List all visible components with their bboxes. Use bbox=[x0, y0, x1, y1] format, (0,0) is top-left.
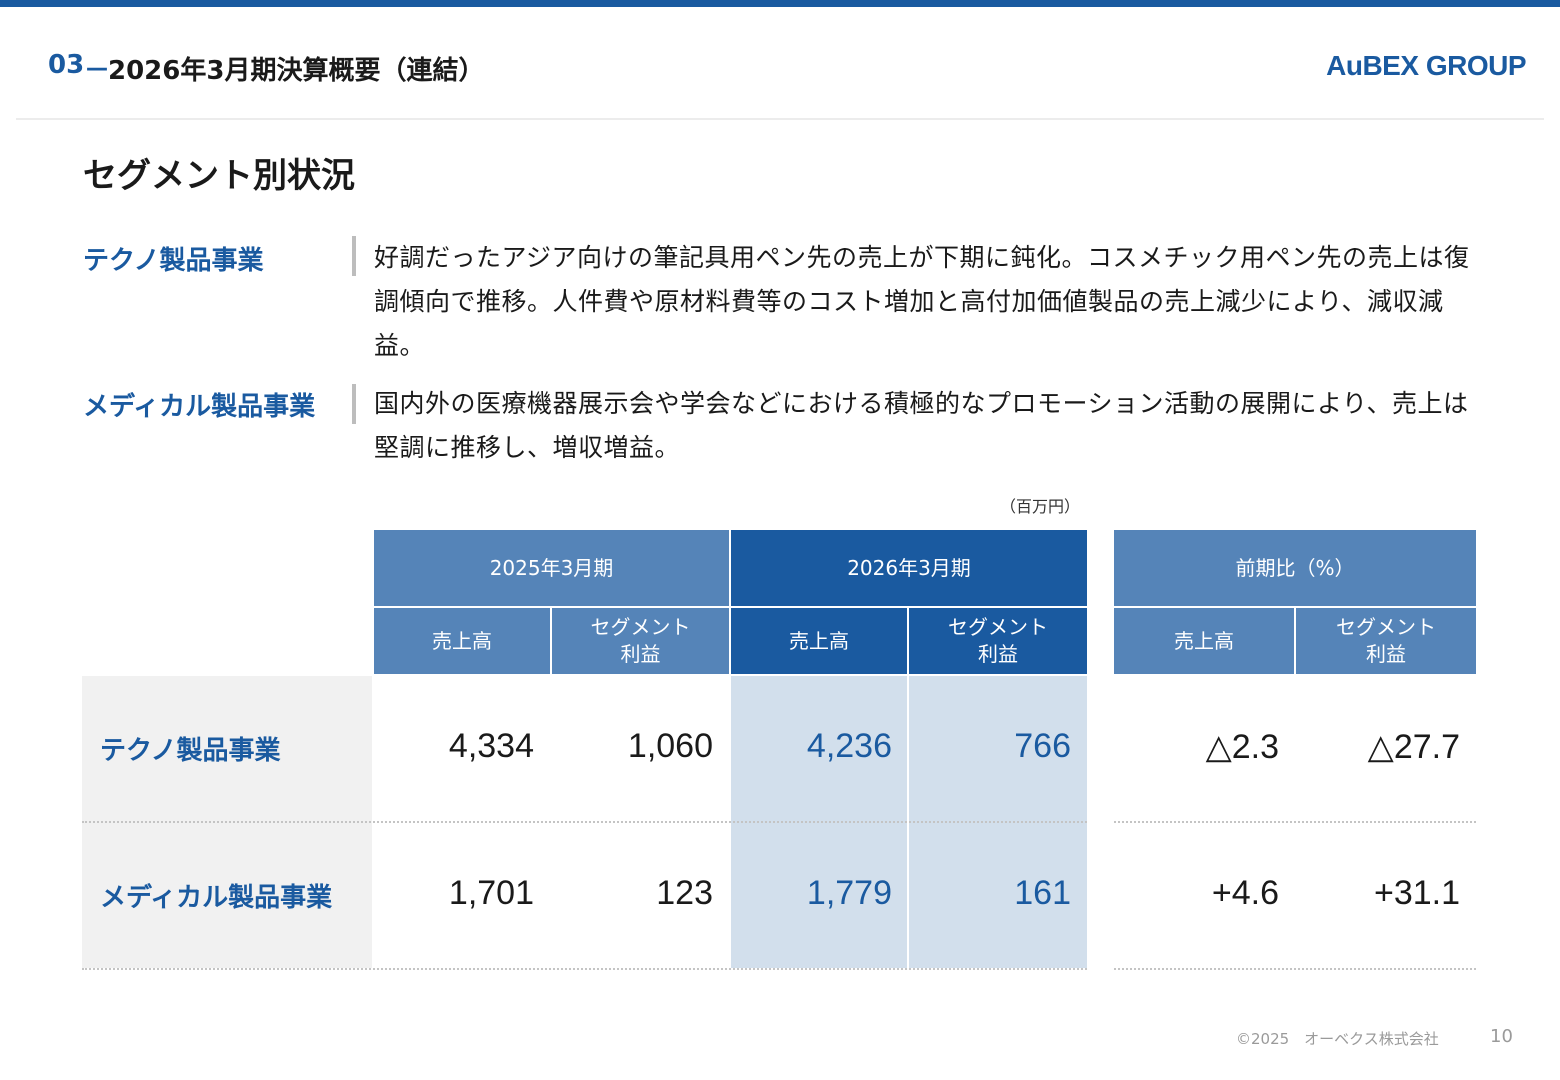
cell-fy2025-sales: 4,334 bbox=[448, 727, 534, 765]
cell-yoy-sales: △2.3 bbox=[1205, 728, 1279, 766]
header-fy2026-profit: セグメント 利益 bbox=[909, 608, 1087, 674]
header-yoy-sales: 売上高 bbox=[1114, 608, 1294, 674]
header-yoy-profit: セグメント 利益 bbox=[1296, 608, 1476, 674]
cell-yoy-profit: +31.1 bbox=[1373, 874, 1460, 912]
header-fy2025-profit-line2: 利益 bbox=[620, 642, 661, 666]
unit-label: （百万円） bbox=[1000, 497, 1081, 516]
segment-description-medical: 国内外の医療機器展示会や学会などにおける積極的なプロモーション活動の展開により、… bbox=[374, 389, 1469, 462]
section-title: 2026年3月期決算概要（連結） bbox=[108, 56, 485, 86]
copyright: ©2025 オーベクス株式会社 bbox=[1236, 1030, 1439, 1048]
header-fy2025: 2025年3月期 bbox=[374, 530, 729, 606]
page-title: セグメント別状況 bbox=[83, 156, 355, 196]
top-accent-bar bbox=[0, 0, 1560, 7]
header-fy2026-profit-line1: セグメント bbox=[948, 615, 1048, 639]
header-yoy-profit-line1: セグメント bbox=[1336, 615, 1436, 639]
cell-fy2025-profit: 123 bbox=[656, 874, 713, 912]
header-fy2025-sales: 売上高 bbox=[374, 608, 550, 674]
cell-fy2026-sales: 4,236 bbox=[806, 727, 892, 765]
cell-fy2026-sales: 1,779 bbox=[806, 874, 892, 912]
header-fy2026-sales: 売上高 bbox=[731, 608, 907, 674]
cell-yoy-profit: △27.7 bbox=[1367, 728, 1460, 766]
segment-description-techno: 好調だったアジア向けの筆記具用ペン先の売上が下期に鈍化。コスメチック用ペン先の売… bbox=[374, 243, 1470, 360]
cell-fy2026-profit: 766 bbox=[1014, 727, 1071, 765]
section-dash: － bbox=[84, 56, 111, 86]
cell-fy2025-sales: 1,701 bbox=[448, 874, 534, 912]
section-number: 03 bbox=[48, 50, 85, 80]
segment-divider-medical bbox=[352, 384, 356, 424]
table-bottom-rule-yoy bbox=[1114, 968, 1476, 970]
header-fy2025-profit-line1: セグメント bbox=[590, 615, 691, 639]
header-fy2025-profit: セグメント 利益 bbox=[552, 608, 729, 674]
header-divider bbox=[16, 118, 1544, 120]
segment-name-techno: テクノ製品事業 bbox=[83, 246, 264, 276]
row-divider-yoy bbox=[1114, 821, 1476, 823]
header-fy2026-profit-line2: 利益 bbox=[978, 642, 1018, 666]
table-bottom-rule bbox=[82, 968, 1087, 970]
row-label-techno: テクノ製品事業 bbox=[100, 736, 281, 766]
segment-name-medical: メディカル製品事業 bbox=[83, 392, 316, 422]
header-fy2026: 2026年3月期 bbox=[731, 530, 1087, 606]
cell-fy2025-profit: 1,060 bbox=[627, 727, 713, 765]
cell-fy2026-profit: 161 bbox=[1014, 874, 1071, 912]
row-divider bbox=[82, 821, 1087, 823]
header-yoy-profit-line2: 利益 bbox=[1366, 642, 1406, 666]
page-number: 10 bbox=[1490, 1026, 1513, 1047]
company-logo: AuBEX GROUP bbox=[1326, 50, 1526, 81]
header-yoy: 前期比（%） bbox=[1114, 530, 1476, 606]
cell-yoy-sales: +4.6 bbox=[1211, 874, 1279, 912]
row-label-medical: メディカル製品事業 bbox=[100, 883, 333, 913]
segment-divider-techno bbox=[352, 236, 356, 276]
